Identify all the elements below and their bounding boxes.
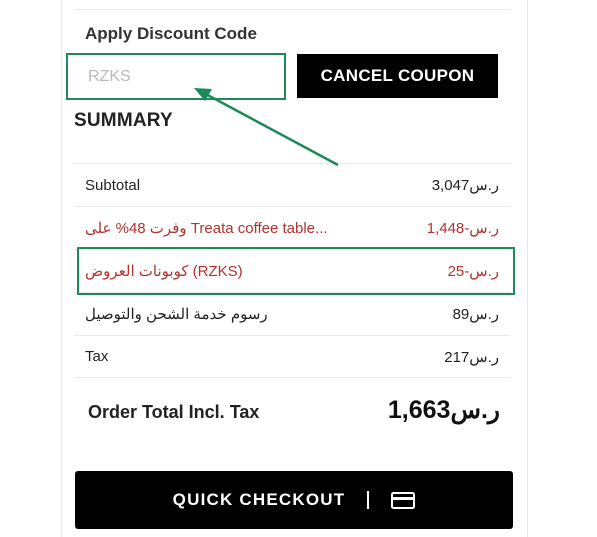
summary-row-tax: Tax ر.س217 <box>74 335 511 378</box>
quick-checkout-button[interactable]: QUICK CHECKOUT <box>75 471 513 529</box>
row-label: Subtotal <box>85 176 141 194</box>
order-total-value: ر.س1,663 <box>387 396 500 424</box>
cancel-coupon-button[interactable]: CANCEL COUPON <box>297 54 498 98</box>
discount-code-input[interactable] <box>88 58 278 96</box>
summary-row-product-discount: وفرت 48% على Treata coffee table... ر.س-… <box>74 206 511 249</box>
row-value: ر.س3,047 <box>431 177 499 194</box>
order-total-label: Order Total Incl. Tax <box>88 402 260 422</box>
summary-title: SUMMARY <box>74 110 173 131</box>
summary-row-subtotal: Subtotal ر.س3,047 <box>74 163 511 206</box>
top-divider <box>74 9 511 10</box>
row-label: Tax <box>85 348 109 365</box>
discount-code-field[interactable] <box>66 53 286 100</box>
row-value: ر.س-1,448 <box>426 220 499 237</box>
row-value: ر.س89 <box>452 306 499 323</box>
quick-checkout-label: QUICK CHECKOUT <box>172 490 346 509</box>
coupon-row-highlight <box>77 247 515 295</box>
summary-row-shipping: رسوم خدمة الشحن والتوصيل ر.س89 <box>74 292 511 335</box>
row-value: ر.س217 <box>444 348 499 366</box>
row-label: وفرت 48% على Treata coffee table... <box>85 220 328 237</box>
checkout-separator <box>367 491 370 509</box>
discount-section-title: Apply Discount Code <box>85 24 257 43</box>
credit-card-icon <box>391 491 416 509</box>
row-label: رسوم خدمة الشحن والتوصيل <box>85 306 268 323</box>
